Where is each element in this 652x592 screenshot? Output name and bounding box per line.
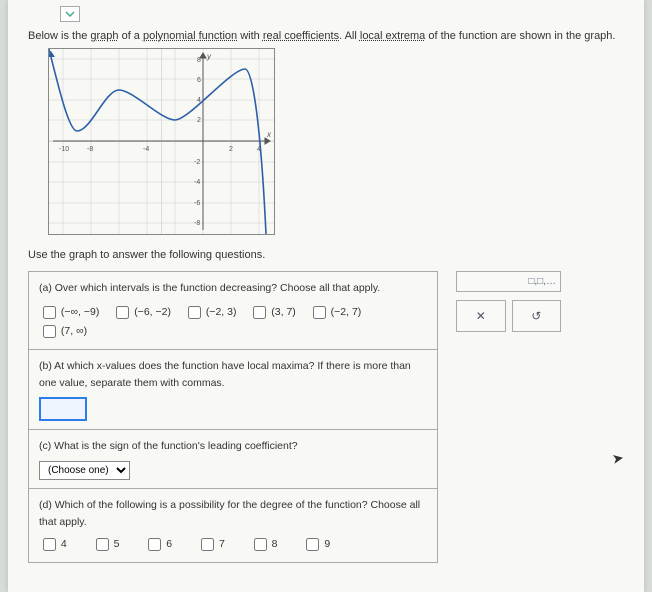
term-local-extrema[interactable]: local extrema [360, 30, 425, 42]
qa-opt-6[interactable]: (7, ∞) [39, 325, 87, 337]
svg-text:-2: -2 [194, 159, 200, 166]
reset-button[interactable]: ↺ [512, 300, 562, 332]
intro-text: Below is the graph of a polynomial funct… [28, 30, 624, 42]
svg-text:-4: -4 [143, 146, 149, 153]
function-graph: -10 -8 -4 2 4 -2 -4 -6 -8 2 4 6 8 y x [48, 48, 275, 235]
svg-text:-8: -8 [194, 220, 200, 227]
term-polynomial[interactable]: polynomial function [143, 30, 237, 42]
question-table: (a) Over which intervals is the function… [28, 271, 438, 563]
qd-opt-6[interactable]: 6 [144, 538, 172, 550]
svg-text:-10: -10 [59, 146, 69, 153]
svg-text:x: x [266, 130, 272, 139]
qb-input[interactable] [39, 397, 87, 421]
side-tools: □,□,… ✕ ↺ [456, 271, 561, 332]
svg-text:6: 6 [197, 77, 201, 84]
svg-text:-8: -8 [87, 146, 93, 153]
svg-text:-4: -4 [194, 179, 200, 186]
term-real-coeff[interactable]: real coefficients [263, 30, 339, 42]
qa-opt-1[interactable]: (−∞, −9) [39, 306, 99, 318]
svg-text:y: y [206, 52, 212, 61]
worksheet-page: Below is the graph of a polynomial funct… [8, 0, 644, 592]
qa-opt-4[interactable]: (3, 7) [249, 306, 295, 318]
collapse-toggle[interactable] [60, 6, 80, 22]
question-d: (d) Which of the following is a possibil… [29, 489, 438, 563]
qa-opt-2[interactable]: (−6, −2) [112, 306, 171, 318]
question-c: (c) What is the sign of the function's l… [29, 430, 438, 489]
qa-opt-3[interactable]: (−2, 3) [184, 306, 237, 318]
qd-opt-4[interactable]: 4 [39, 538, 67, 550]
svg-text:-6: -6 [194, 200, 200, 207]
qa-opt-5[interactable]: (−2, 7) [309, 306, 362, 318]
question-b: (b) At which x-values does the function … [29, 349, 438, 430]
list-format-button[interactable]: □,□,… [456, 271, 561, 292]
qc-select[interactable]: (Choose one) [39, 461, 130, 480]
question-a: (a) Over which intervals is the function… [29, 272, 438, 350]
subheading: Use the graph to answer the following qu… [28, 249, 624, 261]
term-graph[interactable]: graph [90, 30, 118, 42]
svg-text:8: 8 [197, 57, 201, 64]
qd-opt-9[interactable]: 9 [302, 538, 330, 550]
svg-text:2: 2 [197, 117, 201, 124]
qd-opt-5[interactable]: 5 [92, 538, 120, 550]
svg-text:2: 2 [229, 146, 233, 153]
qd-opt-7[interactable]: 7 [197, 538, 225, 550]
qa-options: (−∞, −9) (−6, −2) (−2, 3) (3, 7) (−2, 7)… [39, 303, 427, 341]
qd-opt-8[interactable]: 8 [250, 538, 278, 550]
clear-button[interactable]: ✕ [456, 300, 506, 332]
